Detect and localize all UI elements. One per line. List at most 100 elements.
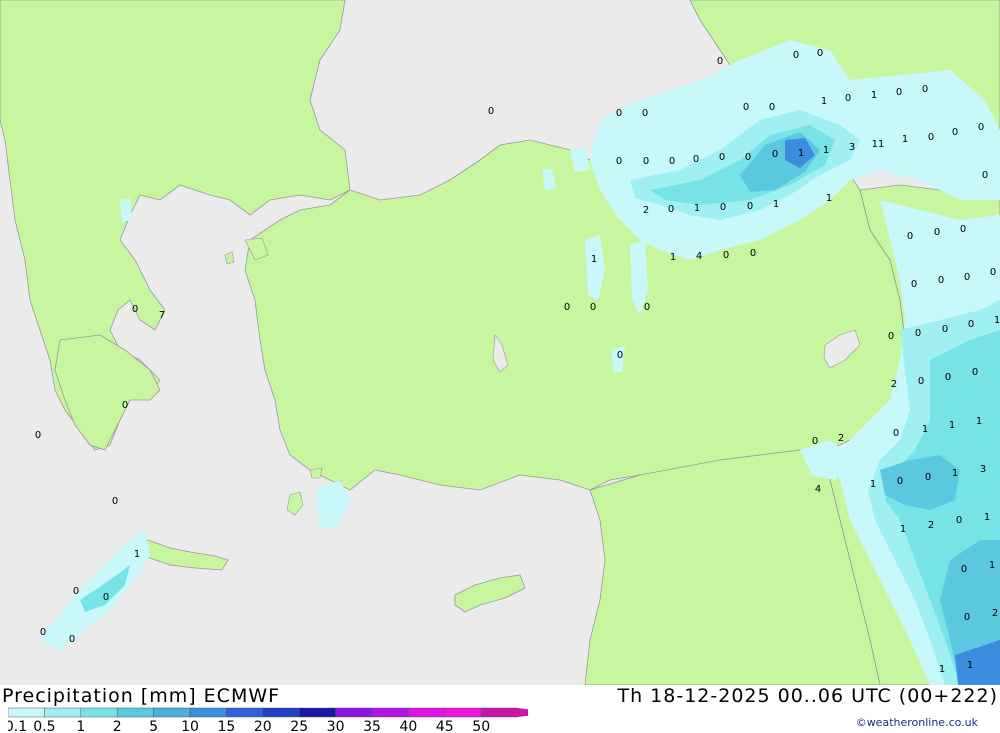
- point-value: 0: [961, 564, 967, 575]
- legend-label: 2: [113, 719, 122, 733]
- point-value: 0: [643, 156, 649, 167]
- legend-label: 1: [76, 719, 85, 733]
- point-value: 0: [616, 156, 622, 167]
- point-value: 0: [960, 224, 966, 235]
- point-value: 2: [928, 520, 934, 531]
- point-value: 0: [928, 132, 934, 143]
- point-value: 0: [617, 350, 623, 361]
- legend-label: 45: [436, 719, 454, 733]
- point-value: 1: [821, 96, 827, 107]
- point-value: 1: [939, 664, 945, 675]
- point-value: 0: [897, 476, 903, 487]
- precipitation-map: 00 00 0 00 01 0 1 0 0001000 0 0 0 0 0 0 1 1 3 112 0 1 0 0 111 1 4…: [0, 0, 1000, 685]
- point-value: 0: [964, 612, 970, 623]
- point-value: 0: [911, 279, 917, 290]
- point-value: 0: [964, 272, 970, 283]
- point-value: 0: [743, 102, 749, 113]
- point-value: 0: [747, 201, 753, 212]
- point-value: 1: [976, 416, 982, 427]
- point-value: 0: [564, 302, 570, 313]
- map-title: Precipitation [mm] ECMWF: [2, 685, 281, 707]
- point-value: 1: [989, 560, 995, 571]
- point-value: 0: [978, 122, 984, 133]
- point-value: 0: [907, 231, 913, 242]
- point-value: 0: [103, 592, 109, 603]
- legend-swatch: [408, 707, 446, 718]
- point-value: 0: [972, 367, 978, 378]
- point-value: 1: [798, 148, 804, 159]
- point-value: 1: [823, 145, 829, 156]
- point-value: 1: [984, 512, 990, 523]
- point-value: 0: [723, 250, 729, 261]
- point-value: 1: [871, 90, 877, 101]
- point-value: 1: [952, 468, 958, 479]
- point-value: 0: [915, 328, 921, 339]
- point-value: 0: [918, 376, 924, 387]
- point-value: 0: [945, 372, 951, 383]
- point-value: 0: [769, 102, 775, 113]
- point-value: 2: [891, 379, 897, 390]
- point-value: 1: [591, 254, 597, 265]
- legend-label: 50: [472, 719, 490, 733]
- legend-label: 0.1: [8, 719, 27, 733]
- legend-swatch: [44, 707, 82, 718]
- point-value: 0: [122, 400, 128, 411]
- credit-link[interactable]: ©weatheronline.co.uk: [856, 716, 978, 729]
- point-value: 0: [793, 50, 799, 61]
- point-value: 0: [968, 319, 974, 330]
- legend-swatch: [262, 707, 300, 718]
- point-value: 1: [870, 479, 876, 490]
- point-value: 0: [69, 634, 75, 645]
- point-value: 0: [717, 56, 723, 67]
- point-value: 2: [838, 433, 844, 444]
- legend-label: 0.5: [33, 719, 55, 733]
- point-value: 11: [872, 139, 885, 150]
- point-value: 0: [990, 267, 996, 278]
- legend-swatch: [480, 707, 518, 718]
- point-value: 0: [132, 304, 138, 315]
- point-value: 0: [644, 302, 650, 313]
- point-value: 1: [922, 424, 928, 435]
- legend-label: 10: [181, 719, 199, 733]
- point-value: 0: [893, 428, 899, 439]
- point-value: 0: [750, 248, 756, 259]
- legend-label: 20: [254, 719, 272, 733]
- point-value: 1: [826, 193, 832, 204]
- legend-swatch: [298, 707, 336, 718]
- point-value: 1: [694, 203, 700, 214]
- point-value: 0: [488, 106, 494, 117]
- legend-swatch: [226, 707, 264, 718]
- point-value: 0: [616, 108, 622, 119]
- legend-swatch: [116, 707, 154, 718]
- point-value: 0: [845, 93, 851, 104]
- point-value: 0: [812, 436, 818, 447]
- point-value: 0: [112, 496, 118, 507]
- point-value: 0: [720, 202, 726, 213]
- point-value: 0: [590, 302, 596, 313]
- legend-swatch: [371, 707, 409, 718]
- point-value: 0: [35, 430, 41, 441]
- legend-swatch: [153, 707, 191, 718]
- legend-label: 15: [217, 719, 235, 733]
- point-value: 1: [900, 524, 906, 535]
- point-value: 0: [956, 515, 962, 526]
- point-value: 2: [992, 608, 998, 619]
- precip-legend: 0.1 0.5 1 2 5 10 15 20 25 30 35 40 45 50: [8, 707, 528, 733]
- point-value: 0: [982, 170, 988, 181]
- point-value: 0: [73, 586, 79, 597]
- legend-swatch: [80, 707, 118, 718]
- point-value: 0: [896, 87, 902, 98]
- point-value: 0: [888, 331, 894, 342]
- legend-swatch: [189, 707, 227, 718]
- point-value: 1: [670, 252, 676, 263]
- point-value: 1: [994, 315, 1000, 326]
- legend-label: 35: [363, 719, 381, 733]
- point-value: 1: [773, 199, 779, 210]
- point-value: 0: [925, 472, 931, 483]
- point-value: 0: [693, 154, 699, 165]
- point-value: 2: [643, 205, 649, 216]
- legend-label: 5: [149, 719, 158, 733]
- legend-swatch: [444, 707, 482, 718]
- point-value: 1: [949, 420, 955, 431]
- forecast-datetime: Th 18-12-2025 00..06 UTC (00+222): [617, 685, 998, 707]
